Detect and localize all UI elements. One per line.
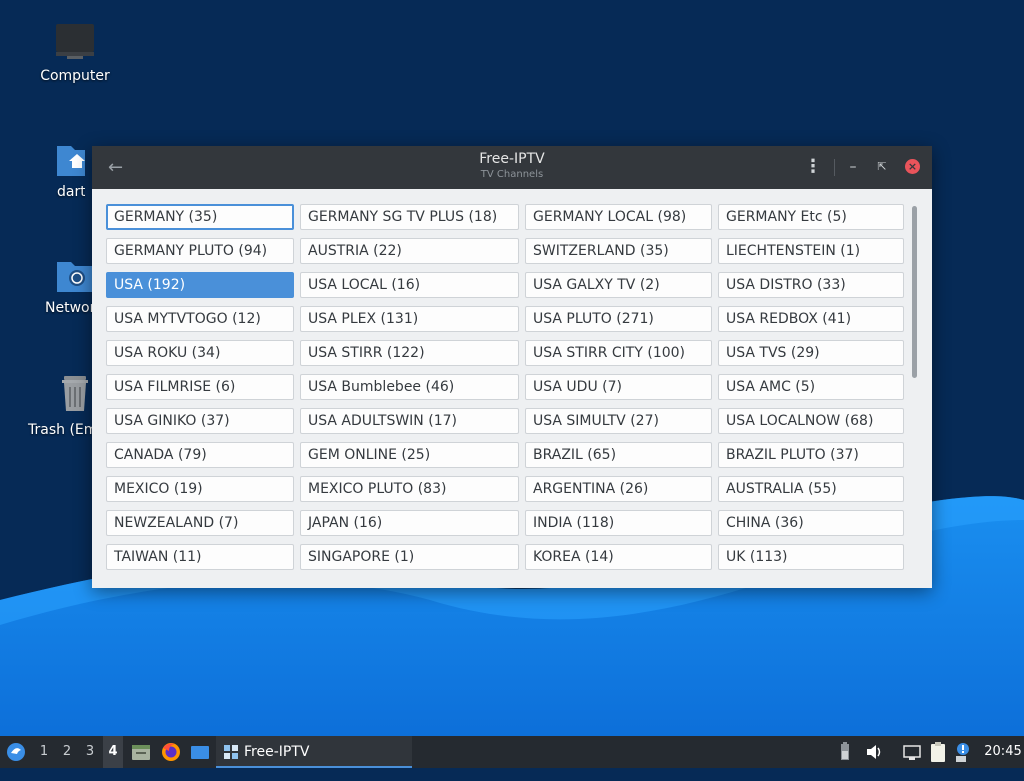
clock: 20:45 (984, 744, 1022, 759)
channel-button[interactable]: USA LOCALNOW (68) (718, 408, 904, 434)
battery-icon[interactable] (838, 736, 852, 768)
channel-button[interactable]: USA UDU (7) (525, 374, 712, 400)
channel-button[interactable]: AUSTRALIA (55) (718, 476, 904, 502)
channel-button[interactable]: USA (192) (106, 272, 294, 298)
volume-icon[interactable] (864, 736, 884, 768)
channel-button[interactable]: GEM ONLINE (25) (300, 442, 519, 468)
firefox-icon[interactable] (160, 736, 182, 768)
channel-button[interactable]: USA SIMULTV (27) (525, 408, 712, 434)
titlebar-separator (834, 159, 835, 176)
app-icon (224, 745, 238, 759)
taskbar: 1 2 3 4 Free-IPTV 20:45 (0, 736, 1024, 768)
channel-button[interactable]: GERMANY Etc (5) (718, 204, 904, 230)
channel-button[interactable]: BRAZIL PLUTO (37) (718, 442, 904, 468)
back-arrow-icon[interactable]: ← (108, 158, 128, 178)
vertical-scrollbar[interactable] (912, 204, 918, 576)
channel-button[interactable]: UK (113) (718, 544, 904, 570)
desktop-icon[interactable] (189, 736, 211, 768)
minimize-icon[interactable]: – (845, 158, 861, 176)
window-titlebar[interactable]: ← Free-IPTV TV Channels ⋮ – ⇱ × (92, 146, 932, 189)
workspace-1[interactable]: 1 (34, 736, 54, 768)
channel-button[interactable]: KOREA (14) (525, 544, 712, 570)
restore-icon[interactable]: ⇱ (874, 158, 890, 176)
channel-button[interactable]: USA REDBOX (41) (718, 306, 904, 332)
channel-button[interactable]: CANADA (79) (106, 442, 294, 468)
channel-button[interactable]: MEXICO PLUTO (83) (300, 476, 519, 502)
desktop-icon-home[interactable]: dartz (15, 140, 85, 200)
desktop-icon-label: Computer (40, 68, 110, 84)
channel-button[interactable]: TAIWAN (11) (106, 544, 294, 570)
channel-button[interactable]: MEXICO (19) (106, 476, 294, 502)
workspace-3[interactable]: 3 (80, 736, 100, 768)
channel-button[interactable]: USA STIRR CITY (100) (525, 340, 712, 366)
computer-icon (56, 24, 94, 59)
channel-button[interactable]: GERMANY LOCAL (98) (525, 204, 712, 230)
channel-button[interactable]: USA ROKU (34) (106, 340, 294, 366)
channel-button[interactable]: GERMANY PLUTO (94) (106, 238, 294, 264)
workspace-4[interactable]: 4 (103, 736, 123, 768)
channel-button[interactable]: BRAZIL (65) (525, 442, 712, 468)
channel-button[interactable]: USA ADULTSWIN (17) (300, 408, 519, 434)
desktop-icon-network[interactable]: Network (15, 256, 92, 316)
home-folder-icon (57, 146, 85, 176)
channel-button[interactable]: USA GINIKO (37) (106, 408, 294, 434)
free-iptv-window: ← Free-IPTV TV Channels ⋮ – ⇱ × GERMANY … (92, 146, 932, 588)
channel-button[interactable]: USA MYTVTOGO (12) (106, 306, 294, 332)
notification-icon[interactable] (954, 736, 972, 768)
channel-button[interactable]: LIECHTENSTEIN (1) (718, 238, 904, 264)
taskbar-task-label: Free-IPTV (244, 744, 310, 760)
desktop-icon-computer[interactable]: Computer (15, 22, 135, 84)
desktop-icon-label: Trash (Empty) (28, 422, 92, 438)
start-menu-icon[interactable] (4, 736, 28, 768)
scrollbar-thumb[interactable] (912, 206, 917, 378)
channel-grid: GERMANY (35) GERMANY SG TV PLUS (18) GERMA… (106, 204, 904, 576)
channel-button[interactable]: USA GALXY TV (2) (525, 272, 712, 298)
desktop-icon-label: Network (45, 300, 92, 316)
channel-button[interactable]: USA PLUTO (271) (525, 306, 712, 332)
channel-button[interactable]: INDIA (118) (525, 510, 712, 536)
channel-button[interactable]: USA AMC (5) (718, 374, 904, 400)
desktop-icon-label: dartz (57, 184, 85, 200)
channel-button[interactable]: GERMANY SG TV PLUS (18) (300, 204, 519, 230)
workspace-2[interactable]: 2 (57, 736, 77, 768)
channel-button[interactable]: USA Bumblebee (46) (300, 374, 519, 400)
desktop-icon-trash[interactable]: Trash (Empty) (15, 372, 92, 438)
channel-button[interactable]: AUSTRIA (22) (300, 238, 519, 264)
kebab-menu-icon[interactable]: ⋮ (804, 158, 822, 178)
channel-button[interactable]: GERMANY (35) (106, 204, 294, 230)
channel-button[interactable]: USA LOCAL (16) (300, 272, 519, 298)
channel-button[interactable]: USA STIRR (122) (300, 340, 519, 366)
channel-button[interactable]: SWITZERLAND (35) (525, 238, 712, 264)
file-manager-icon[interactable] (130, 736, 152, 768)
trash-icon (62, 376, 88, 411)
network-icon[interactable] (902, 736, 922, 768)
channel-button[interactable]: NEWZEALAND (7) (106, 510, 294, 536)
channel-button[interactable]: USA TVS (29) (718, 340, 904, 366)
close-icon[interactable]: × (905, 159, 920, 174)
channel-button[interactable]: USA PLEX (131) (300, 306, 519, 332)
channel-list-pane: GERMANY (35) GERMANY SG TV PLUS (18) GERMA… (92, 189, 932, 588)
channel-button[interactable]: SINGAPORE (1) (300, 544, 519, 570)
channel-button[interactable]: JAPAN (16) (300, 510, 519, 536)
network-folder-icon (57, 262, 92, 292)
channel-button[interactable]: CHINA (36) (718, 510, 904, 536)
taskbar-task-free-iptv[interactable]: Free-IPTV (216, 736, 412, 768)
clipboard-icon[interactable] (928, 736, 948, 768)
channel-button[interactable]: USA DISTRO (33) (718, 272, 904, 298)
channel-button[interactable]: ARGENTINA (26) (525, 476, 712, 502)
channel-button[interactable]: USA FILMRISE (6) (106, 374, 294, 400)
